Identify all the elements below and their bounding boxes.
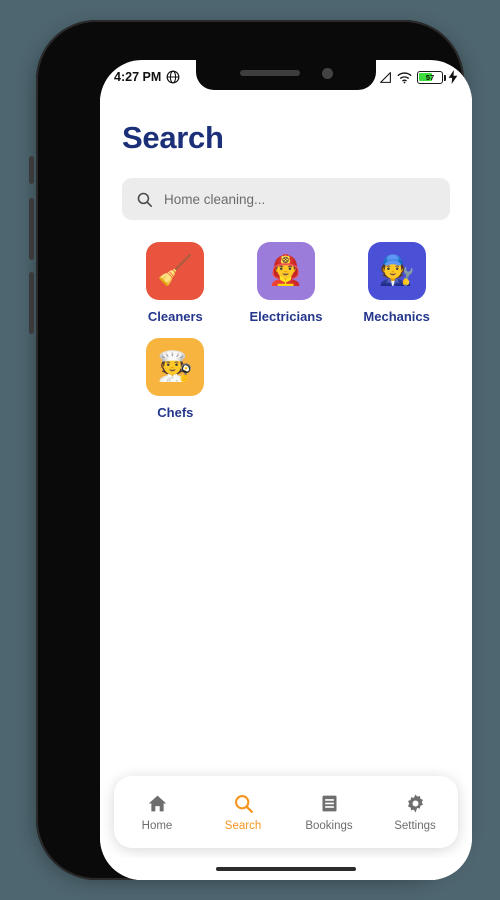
signal-icon [380, 71, 391, 83]
nav-item-search[interactable]: Search [200, 793, 286, 832]
nav-label: Settings [394, 819, 436, 832]
search-icon [233, 793, 254, 814]
category-label: Cleaners [147, 309, 203, 324]
volume-down-button[interactable] [29, 272, 34, 334]
nav-label: Home [141, 819, 173, 832]
mute-switch[interactable] [29, 156, 34, 184]
earpiece-speaker [239, 70, 300, 76]
charging-bolt-icon [448, 70, 458, 84]
home-icon [147, 793, 168, 814]
screenshot-root: 4:27 PM 57 Search Home cleaning... 🧹 Cle… [0, 0, 500, 900]
category-label: Electricians [249, 309, 323, 324]
nav-item-bookings[interactable]: Bookings [286, 793, 372, 832]
search-icon [137, 192, 153, 207]
nav-item-settings[interactable]: Settings [372, 793, 458, 832]
home-indicator-area [100, 858, 472, 880]
category-label: Chefs [157, 405, 194, 420]
category-item-chefs[interactable]: 🧑‍🍳 Chefs [120, 338, 231, 420]
nav-label: Search [224, 819, 262, 832]
search-input-container[interactable] [122, 178, 450, 220]
phone-screen: 4:27 PM 57 Search Home cleaning... 🧹 Cle… [100, 60, 472, 880]
nav-label: Bookings [305, 819, 353, 832]
battery-icon: 57 [417, 70, 447, 84]
globe-icon [166, 70, 180, 84]
front-camera [321, 67, 333, 79]
mechanic-emoji[interactable]: 🧑‍🔧 [367, 242, 426, 300]
wifi-icon [397, 71, 412, 83]
chef-emoji[interactable]: 🧑‍🍳 [146, 338, 205, 396]
page-title: Search [122, 120, 224, 155]
receipt-icon [319, 793, 340, 814]
gear-icon [405, 793, 426, 814]
category-grid: 🧹 Cleaners 👨‍🚒 Electricians 🧑‍🔧 Mechanics 🧑‍🍳 C… [120, 242, 452, 420]
category-item-mechanics[interactable]: 🧑‍🔧 Mechanics [341, 242, 452, 324]
status-bar-right: 57 [379, 70, 458, 84]
category-item-electricians[interactable]: 👨‍🚒 Electricians [231, 242, 342, 324]
volume-up-button[interactable] [29, 198, 34, 260]
status-time: 4:27 PM [114, 70, 162, 84]
nav-item-home[interactable]: Home [114, 793, 200, 832]
electrician-emoji[interactable]: 👨‍🚒 [256, 242, 315, 300]
category-item-cleaners[interactable]: 🧹 Cleaners [120, 242, 231, 324]
category-label: Mechanics [363, 309, 430, 324]
home-indicator[interactable] [216, 867, 356, 871]
battery-percent-label: 57 [425, 72, 435, 82]
search-input[interactable] [164, 191, 436, 207]
app-content: Search 🧹 Cleaners 👨‍🚒 Electricians 🧑‍🔧 Mechan… [100, 94, 472, 880]
cleaner-emoji[interactable]: 🧹 [146, 242, 205, 300]
status-bar-left: 4:27 PM [114, 70, 180, 84]
phone-body: 4:27 PM 57 Search Home cleaning... 🧹 Cle… [36, 20, 472, 880]
bottom-navigation-bar: Home Search Bookings Settings [114, 776, 458, 848]
display-notch [196, 60, 376, 90]
